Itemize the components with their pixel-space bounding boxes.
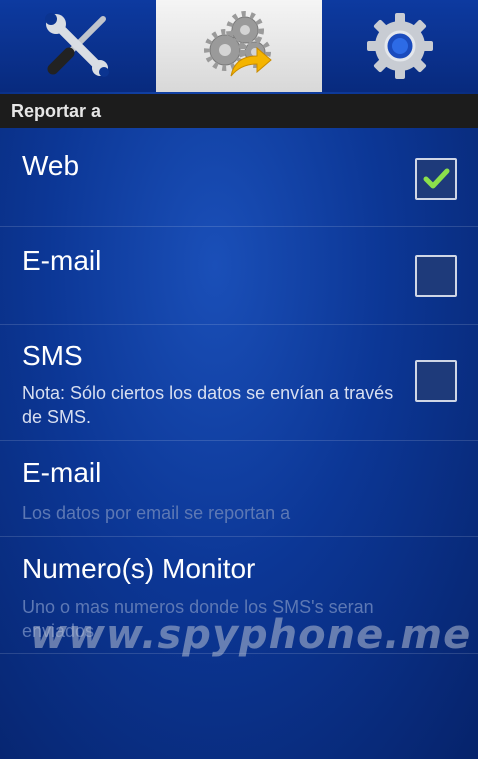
pref-title: E-mail (22, 245, 102, 276)
pref-title: Numero(s) Monitor (22, 553, 256, 584)
pref-email-enable[interactable]: E-mail (0, 227, 478, 325)
pref-summary: Nota: Sólo ciertos los datos se envían a… (22, 383, 394, 427)
email-checkbox[interactable] (415, 255, 457, 297)
tools-icon (45, 13, 110, 77)
section-title: Reportar a (11, 100, 102, 121)
gears-arrow-icon (203, 11, 272, 77)
pref-title: E-mail (22, 457, 102, 488)
settings-gear-icon (366, 13, 433, 79)
pref-title: Web (22, 150, 80, 181)
pref-web[interactable]: Web (0, 128, 478, 227)
checkmark-icon (423, 168, 450, 189)
pref-summary: Los datos por email se reportan a (22, 503, 291, 523)
watermark: www.spyphone.me (30, 612, 472, 658)
pref-title: SMS (22, 340, 83, 371)
tab-report[interactable] (156, 0, 322, 92)
tab-settings[interactable] (322, 0, 478, 92)
web-checkbox[interactable] (415, 158, 457, 200)
pref-email-address[interactable]: E-mail Los datos por email se reportan a (0, 441, 478, 537)
tab-tools[interactable] (0, 0, 156, 92)
sms-checkbox[interactable] (415, 360, 457, 402)
tab-bar (0, 0, 478, 92)
pref-sms[interactable]: SMS Nota: Sólo ciertos los datos se enví… (0, 325, 478, 441)
section-header: Reportar a (0, 94, 478, 128)
